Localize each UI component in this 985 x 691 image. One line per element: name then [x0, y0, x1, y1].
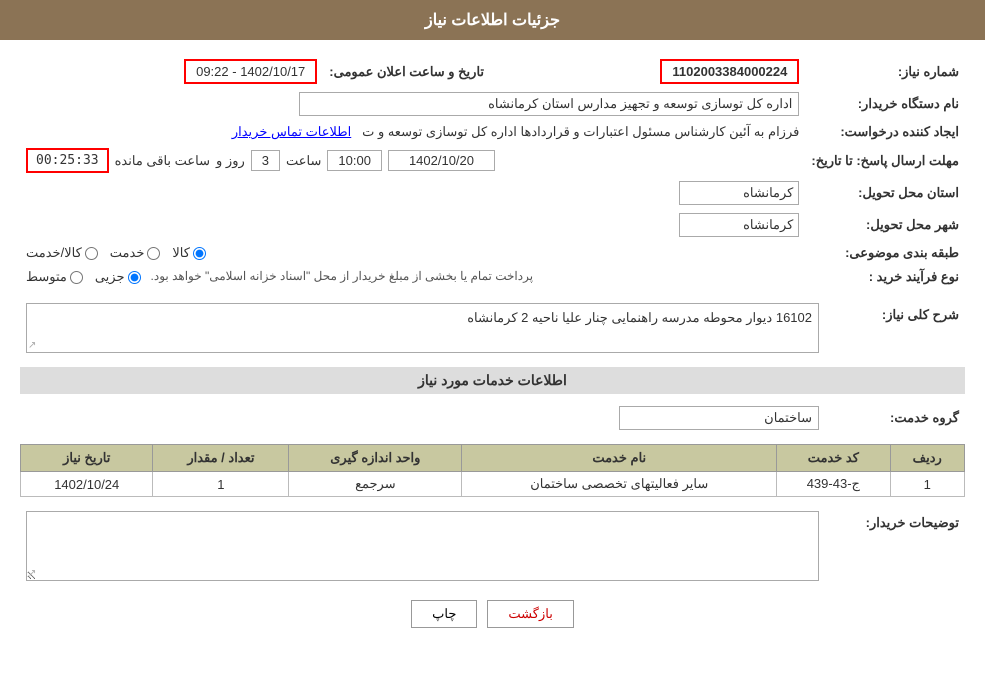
textarea-resize-icon: ↗ — [28, 568, 36, 579]
services-title: اطلاعات خدمات مورد نیاز — [20, 367, 965, 394]
remaining-label: ساعت باقی مانده — [115, 153, 210, 169]
cell-qty: 1 — [153, 472, 289, 497]
deadline-label: مهلت ارسال پاسخ: تا تاریخ: — [805, 144, 965, 177]
buttons-row: بازگشت چاپ — [20, 600, 965, 628]
need-desc-box: 16102 دیوار محوطه مدرسه راهنمایی چنار عل… — [26, 303, 819, 353]
need-desc-table: شرح کلی نیاز: 16102 دیوار محوطه مدرسه را… — [20, 299, 965, 357]
buyer-notes-table: توضیحات خریدار: ↗ — [20, 507, 965, 585]
buyer-notes-label: توضیحات خریدار: — [825, 507, 965, 585]
need-number-box: 1102003384000224 — [660, 59, 799, 84]
medium-option[interactable]: متوسط — [26, 269, 83, 285]
buyer-org-box: اداره کل توسازی توسعه و تجهیز مدارس استا… — [299, 92, 799, 116]
col-code: کد خدمت — [777, 445, 890, 472]
buyer-notes-textarea[interactable] — [26, 511, 819, 581]
announcement-date-label: تاریخ و ساعت اعلان عمومی: — [323, 55, 490, 88]
cell-date: 1402/10/24 — [21, 472, 153, 497]
col-row: ردیف — [890, 445, 964, 472]
buyer-org-label: نام دستگاه خریدار: — [805, 88, 965, 120]
creator-text: فرزام به آئین کارشناس مسئول اعتبارات و ق… — [362, 124, 799, 139]
category-label: طبقه بندی موضوعی: — [805, 241, 965, 265]
goods-service-option[interactable]: کالا/خدمت — [26, 245, 98, 261]
content-area: شماره نیاز: 1102003384000224 تاریخ و ساع… — [0, 40, 985, 658]
resize-icon: ↗ — [28, 340, 36, 351]
need-number-value: 1102003384000224 — [490, 55, 805, 88]
service-group-value: ساختمان — [20, 402, 825, 434]
purchase-type-label: نوع فرآیند خرید : — [805, 265, 965, 289]
col-qty: تعداد / مقدار — [153, 445, 289, 472]
service-group-box: ساختمان — [619, 406, 819, 430]
col-date: تاریخ نیاز — [21, 445, 153, 472]
buyer-notes-value: ↗ — [20, 507, 825, 585]
announcement-date-value: 1402/10/17 - 09:22 — [20, 55, 323, 88]
creator-link[interactable]: اطلاعات تماس خریدار — [232, 124, 351, 139]
city-label: شهر محل تحویل: — [805, 209, 965, 241]
city-box: کرمانشاه — [679, 213, 799, 237]
cell-code: ج-43-439 — [777, 472, 890, 497]
page-wrapper: جزئیات اطلاعات نیاز شماره نیاز: 11020033… — [0, 0, 985, 691]
time-box: 10:00 — [327, 150, 382, 171]
province-label: استان محل تحویل: — [805, 177, 965, 209]
cell-row: 1 — [890, 472, 964, 497]
service-group-label: گروه خدمت: — [825, 402, 965, 434]
payment-note: پرداخت تمام یا بخشی از مبلغ خریدار از مح… — [151, 269, 534, 283]
buyer-org-value: اداره کل توسازی توسعه و تجهیز مدارس استا… — [20, 88, 805, 120]
info-table: شماره نیاز: 1102003384000224 تاریخ و ساع… — [20, 55, 965, 289]
creator-label: ایجاد کننده درخواست: — [805, 120, 965, 144]
col-unit: واحد اندازه گیری — [289, 445, 462, 472]
service-option[interactable]: خدمت — [110, 245, 161, 261]
province-box: کرمانشاه — [679, 181, 799, 205]
days-separator: روز و — [216, 153, 245, 169]
city-value: کرمانشاه — [20, 209, 805, 241]
deadline-row: 00:25:33 ساعت باقی مانده روز و 3 ساعت 10… — [20, 144, 805, 177]
services-table: ردیف کد خدمت نام خدمت واحد اندازه گیری ت… — [20, 444, 965, 497]
col-name: نام خدمت — [462, 445, 777, 472]
announcement-date-box: 1402/10/17 - 09:22 — [184, 59, 317, 84]
table-row: 1 ج-43-439 سایر فعالیتهای تخصصی ساختمان … — [21, 472, 965, 497]
need-number-label: شماره نیاز: — [805, 55, 965, 88]
purchase-type-row: متوسط جزیی پرداخت تمام یا بخشی از مبلغ خ… — [20, 265, 805, 289]
date-box-deadline: 1402/10/20 — [388, 150, 495, 171]
product-option[interactable]: کالا — [172, 245, 206, 261]
time-separator: ساعت — [286, 153, 321, 169]
need-desc-label: شرح کلی نیاز: — [825, 299, 965, 357]
print-button[interactable]: چاپ — [411, 600, 477, 628]
days-box: 3 — [251, 150, 280, 171]
cell-name: سایر فعالیتهای تخصصی ساختمان — [462, 472, 777, 497]
province-value: کرمانشاه — [20, 177, 805, 209]
back-button[interactable]: بازگشت — [487, 600, 573, 628]
creator-value: فرزام به آئین کارشناس مسئول اعتبارات و ق… — [20, 120, 805, 144]
cell-unit: سرجمع — [289, 472, 462, 497]
category-options: کالا/خدمت خدمت کالا — [20, 241, 805, 265]
page-title: جزئیات اطلاعات نیاز — [0, 0, 985, 40]
need-desc-value: 16102 دیوار محوطه مدرسه راهنمایی چنار عل… — [20, 299, 825, 357]
partial-option[interactable]: جزیی — [95, 269, 141, 285]
service-group-table: گروه خدمت: ساختمان — [20, 402, 965, 434]
timer-box: 00:25:33 — [26, 148, 109, 173]
